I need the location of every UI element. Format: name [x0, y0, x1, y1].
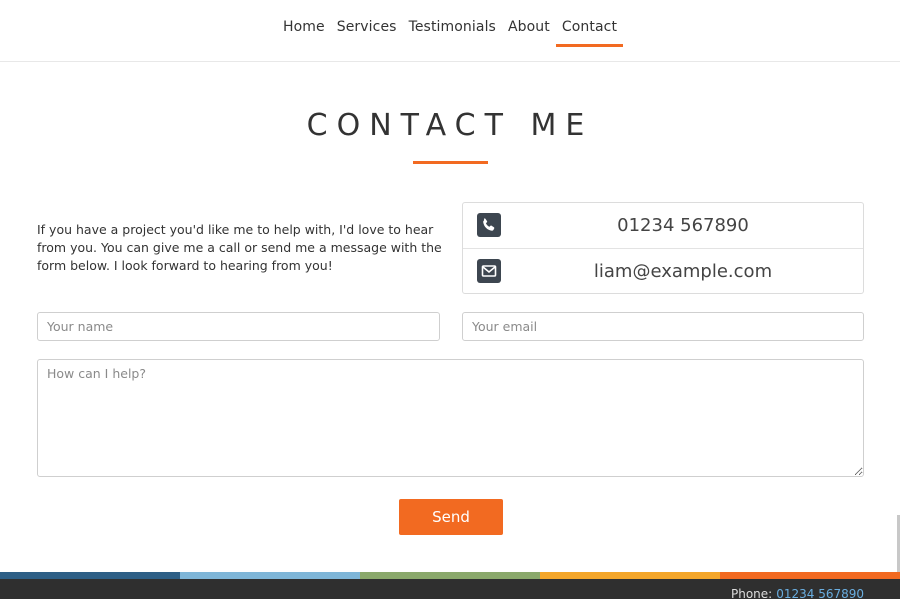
- title-underline: [413, 161, 488, 164]
- envelope-icon: [477, 259, 501, 283]
- intro-text: If you have a project you'd like me to h…: [37, 222, 442, 273]
- email-row: liam@example.com: [463, 249, 863, 294]
- stripe-2: [180, 572, 360, 579]
- nav-item-contact[interactable]: Contact: [555, 17, 624, 47]
- nav-item-services[interactable]: Services: [337, 17, 397, 47]
- email-link[interactable]: liam@example.com: [503, 249, 863, 294]
- top-navigation: Home Services Testimonials About Contact: [0, 0, 900, 62]
- stripe-3: [360, 572, 540, 579]
- send-button[interactable]: Send: [399, 499, 503, 535]
- email-input[interactable]: [462, 312, 864, 341]
- message-textarea[interactable]: [37, 359, 864, 477]
- nav-item-home[interactable]: Home: [283, 17, 325, 47]
- phone-icon: [477, 213, 501, 237]
- footer: Phone: 01234 567890: [0, 579, 900, 601]
- contact-info-box: 01234 567890 liam@example.com: [462, 202, 864, 294]
- name-input[interactable]: [37, 312, 440, 341]
- color-stripe-bar: [0, 572, 900, 579]
- stripe-4: [540, 572, 720, 579]
- nav-item-about[interactable]: About: [508, 17, 550, 47]
- page-title: CONTACT ME: [306, 108, 594, 143]
- stripe-1: [0, 572, 180, 579]
- phone-number-link[interactable]: 01234 567890: [503, 203, 863, 248]
- nav-menu: Home Services Testimonials About Contact: [0, 17, 900, 47]
- phone-row: 01234 567890: [463, 203, 863, 249]
- nav-item-testimonials[interactable]: Testimonials: [409, 17, 496, 47]
- stripe-5: [720, 572, 900, 579]
